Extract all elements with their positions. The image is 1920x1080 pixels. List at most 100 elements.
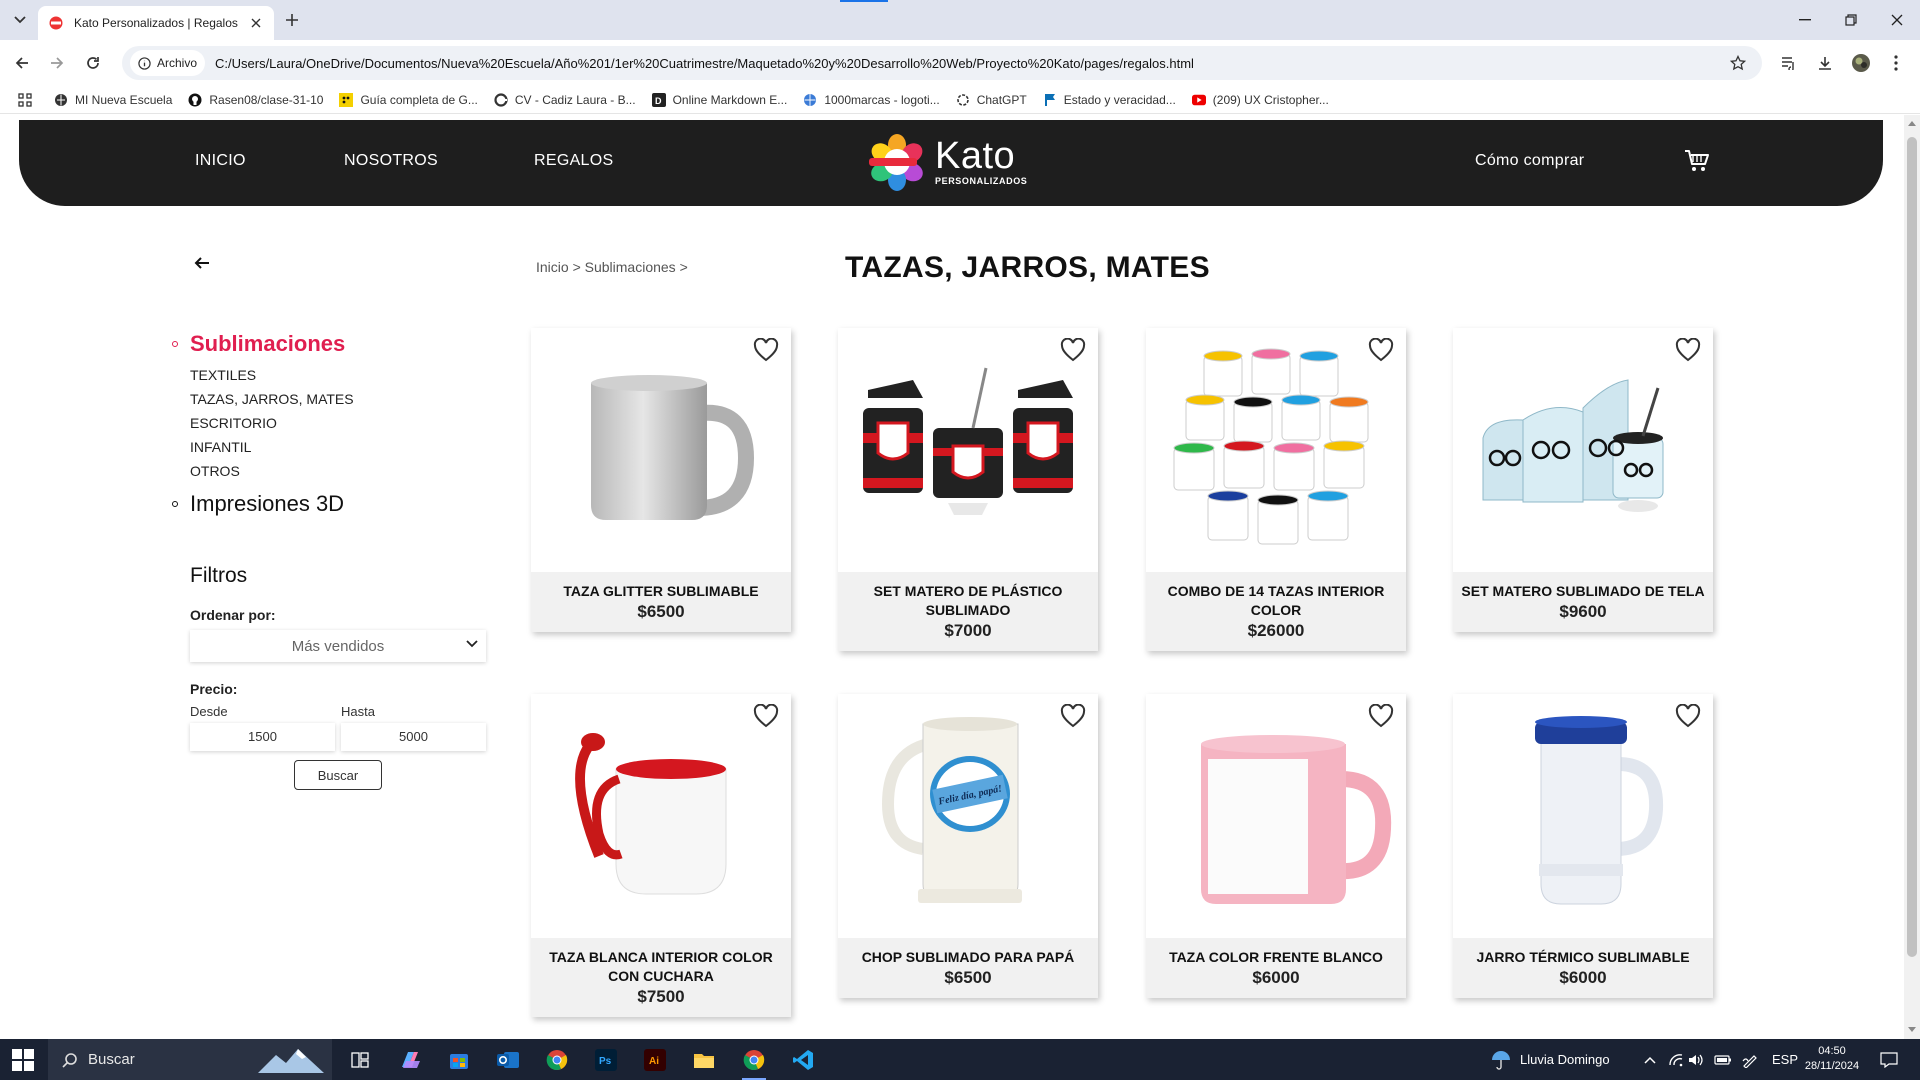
product-card[interactable]: COMBO DE 14 TAZAS INTERIOR COLOR $26000 (1146, 328, 1406, 651)
minimize-icon[interactable] (1782, 0, 1828, 40)
product-card[interactable]: TAZA COLOR FRENTE BLANCO $6000 (1146, 694, 1406, 998)
heart-icon[interactable] (753, 338, 779, 362)
heart-icon[interactable] (1675, 704, 1701, 728)
nav-link-nosotros[interactable]: NOSOTROS (344, 152, 438, 170)
heart-icon[interactable] (1368, 704, 1394, 728)
scroll-up-arrow-icon[interactable] (1908, 121, 1916, 126)
tray-chevron-up-icon[interactable] (1644, 1039, 1656, 1080)
price-from-input[interactable]: 1500 (190, 723, 335, 751)
windows-start-icon[interactable] (12, 1049, 34, 1071)
category-impresiones-3d[interactable]: Impresiones 3D (172, 491, 492, 517)
kato-logo[interactable]: Kato PERSONALIZADOS (867, 130, 1027, 194)
bookmark-star-icon[interactable] (1726, 51, 1750, 75)
back-arrow-icon[interactable] (192, 253, 212, 273)
breadcrumb[interactable]: Inicio > Sublimaciones > (536, 259, 688, 275)
page-scrollbar[interactable] (1904, 115, 1920, 1039)
taskbar-clock[interactable]: 04:50 28/11/2024 (1800, 1044, 1864, 1074)
nav-link-inicio[interactable]: INICIO (195, 152, 246, 170)
microsoft-store-icon[interactable] (439, 1045, 479, 1075)
volume-icon[interactable] (1688, 1039, 1704, 1080)
bookmark-item[interactable]: Rasen08/clase-31-10 (188, 93, 323, 107)
product-card[interactable]: SET MATERO DE PLÁSTICO SUBLIMADO $7000 (838, 328, 1098, 651)
order-select[interactable]: Más vendidos (190, 630, 486, 662)
product-image[interactable] (1146, 328, 1406, 572)
chrome-active-window-icon[interactable] (734, 1045, 774, 1080)
cart-icon[interactable] (1683, 147, 1711, 175)
input-language-indicator[interactable]: ESP (1772, 1039, 1798, 1080)
url-text[interactable]: C:/Users/Laura/OneDrive/Documentos/Nueva… (215, 56, 1726, 71)
bookmark-item[interactable]: (209) UX Cristopher... (1191, 93, 1329, 107)
network-icon[interactable] (1668, 1039, 1684, 1080)
taskbar-search[interactable]: Buscar (48, 1039, 332, 1080)
reload-icon[interactable] (81, 51, 105, 75)
product-card[interactable]: Feliz día, papá! CHOP SUBLIMADO PARA PAP… (838, 694, 1098, 998)
bookmark-item[interactable]: 1000marcas - logoti... (803, 93, 940, 107)
vscode-icon[interactable] (783, 1045, 823, 1075)
product-image[interactable] (838, 328, 1098, 572)
search-highlight-mountain-icon (258, 1048, 324, 1073)
bookmark-item[interactable]: ChatGPT (956, 93, 1027, 107)
apps-grid-icon[interactable] (18, 92, 32, 107)
nav-link-regalos[interactable]: REGALOS (534, 152, 613, 170)
restore-icon[interactable] (1828, 0, 1874, 40)
chrome-icon[interactable] (537, 1045, 577, 1075)
subcategory-item[interactable]: ESCRITORIO (190, 411, 492, 435)
media-queue-icon[interactable] (1777, 51, 1801, 75)
address-bar[interactable]: Archivo C:/Users/Laura/OneDrive/Document… (122, 46, 1762, 80)
product-name: SET MATERO SUBLIMADO DE TELA (1461, 583, 1705, 599)
bookmark-item[interactable]: Guía completa de G... (339, 92, 478, 107)
battery-icon[interactable] (1714, 1039, 1732, 1080)
downloads-icon[interactable] (1813, 51, 1837, 75)
scrollbar-thumb[interactable] (1907, 137, 1917, 957)
heart-icon[interactable] (1060, 338, 1086, 362)
product-image[interactable] (531, 328, 791, 572)
filter-search-button[interactable]: Buscar (294, 760, 382, 790)
close-window-icon[interactable] (1874, 0, 1920, 40)
bookmark-item[interactable]: MI Nueva Escuela (54, 93, 172, 107)
heart-icon[interactable] (753, 704, 779, 728)
bookmark-label: Guía completa de G... (360, 92, 478, 107)
category-sublimaciones[interactable]: Sublimaciones (172, 331, 492, 357)
product-image[interactable] (1453, 694, 1713, 938)
subcategory-item[interactable]: INFANTIL (190, 435, 492, 459)
copilot-app-icon[interactable] (390, 1045, 430, 1075)
forward-icon[interactable] (45, 51, 69, 75)
file-explorer-icon[interactable] (684, 1045, 724, 1075)
product-info: TAZA COLOR FRENTE BLANCO $6000 (1146, 938, 1406, 998)
nav-link-como-comprar[interactable]: Cómo comprar (1475, 152, 1584, 170)
profile-avatar[interactable] (1849, 51, 1873, 75)
product-image[interactable]: Feliz día, papá! (838, 694, 1098, 938)
photoshop-icon[interactable]: Ps (586, 1045, 626, 1075)
product-image[interactable] (531, 694, 791, 938)
tab-list-chevron-icon[interactable] (10, 10, 30, 30)
bookmark-item[interactable]: CV - Cadiz Laura - B... (494, 93, 636, 107)
scroll-down-arrow-icon[interactable] (1908, 1027, 1916, 1032)
pen-ink-icon[interactable] (1742, 1039, 1758, 1080)
product-card[interactable]: TAZA BLANCA INTERIOR COLOR CON CUCHARA $… (531, 694, 791, 1017)
subcategory-item[interactable]: TEXTILES (190, 363, 492, 387)
price-to-input[interactable]: 5000 (341, 723, 486, 751)
notifications-icon[interactable] (1880, 1039, 1898, 1080)
heart-icon[interactable] (1060, 704, 1086, 728)
site-info-chip[interactable]: Archivo (130, 50, 206, 76)
product-image[interactable] (1146, 694, 1406, 938)
product-card[interactable]: TAZA GLITTER SUBLIMABLE $6500 (531, 328, 791, 632)
product-card[interactable]: JARRO TÉRMICO SUBLIMABLE $6000 (1453, 694, 1713, 998)
new-tab-plus-icon[interactable] (282, 10, 302, 30)
heart-icon[interactable] (1368, 338, 1394, 362)
product-image[interactable] (1453, 328, 1713, 572)
task-view-icon[interactable] (340, 1045, 380, 1075)
subcategory-item[interactable]: TAZAS, JARROS, MATES (190, 387, 492, 411)
weather-widget[interactable]: Lluvia Domingo (1490, 1039, 1610, 1080)
outlook-icon[interactable] (488, 1045, 528, 1075)
illustrator-icon[interactable]: Ai (635, 1045, 675, 1075)
browser-tab[interactable]: Kato Personalizados | Regalos (38, 6, 274, 40)
product-card[interactable]: SET MATERO SUBLIMADO DE TELA $9600 (1453, 328, 1713, 632)
bookmark-item[interactable]: D Online Markdown E... (651, 92, 787, 107)
heart-icon[interactable] (1675, 338, 1701, 362)
browser-menu-icon[interactable] (1884, 51, 1908, 75)
close-tab-icon[interactable] (248, 15, 264, 31)
back-icon[interactable] (10, 51, 34, 75)
subcategory-item[interactable]: OTROS (190, 459, 492, 483)
bookmark-item[interactable]: Estado y veracidad... (1043, 93, 1176, 107)
